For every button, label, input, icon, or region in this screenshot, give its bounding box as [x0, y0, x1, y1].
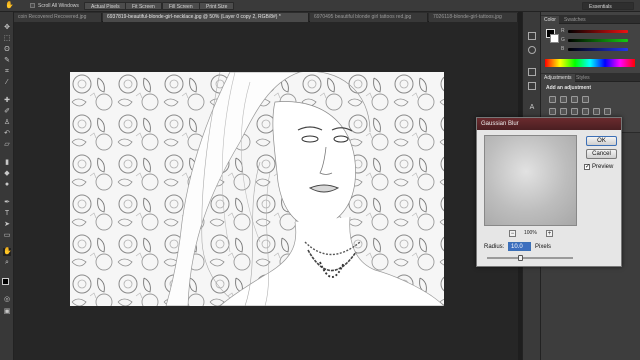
channel-mixer-icon[interactable]	[604, 108, 611, 115]
color-spectrum-bar[interactable]	[545, 59, 635, 67]
eraser-icon[interactable]: ▱	[3, 141, 11, 149]
scroll-all-windows-label: Scroll All Windows	[38, 3, 79, 9]
blur-icon[interactable]: ◆	[3, 170, 11, 178]
levels-icon[interactable]	[560, 96, 567, 103]
print-size-button[interactable]: Print Size	[199, 2, 235, 10]
history-brush-icon[interactable]: ↶	[3, 130, 11, 138]
tab-color[interactable]: Color	[541, 16, 559, 24]
cancel-button[interactable]: Cancel	[586, 149, 617, 159]
quick-mask-icon[interactable]: ◎	[3, 296, 11, 304]
green-slider[interactable]	[568, 39, 628, 42]
radius-slider-thumb[interactable]	[518, 255, 523, 261]
channel-b-label: B	[561, 46, 565, 52]
tab-swatches[interactable]: Swatches	[561, 16, 589, 24]
clone-source-icon[interactable]	[528, 82, 536, 90]
zoom-level: 100%	[524, 230, 537, 236]
vibrance-icon[interactable]	[549, 108, 556, 115]
workspace-switcher[interactable]: Essentials	[582, 2, 634, 10]
options-bar: ✋ Scroll All Windows Actual Pixels Fit S…	[0, 0, 640, 12]
blur-preview-window[interactable]	[484, 135, 577, 226]
radius-label: Radius:	[484, 244, 505, 250]
character-panel-icon[interactable]: A	[528, 104, 536, 112]
pencil-sketch-image[interactable]	[70, 72, 444, 306]
tab-document[interactable]: 7026118-blonde-girl-tattoos.jpg	[429, 13, 518, 22]
brush-panel-icon[interactable]	[528, 68, 536, 76]
crop-icon[interactable]: ⌗	[3, 68, 11, 76]
pen-icon[interactable]: ✒	[3, 199, 11, 207]
radius-unit: Pixels	[535, 244, 552, 250]
actions-panel-icon[interactable]	[528, 46, 536, 54]
red-slider[interactable]	[568, 30, 628, 33]
zoom-icon[interactable]: ⌕	[3, 259, 11, 267]
eyedropper-icon[interactable]: ⁄	[3, 79, 11, 87]
scroll-all-windows-checkbox[interactable]	[30, 3, 35, 8]
tab-adjustments[interactable]: Adjustments	[541, 74, 575, 82]
gradient-icon[interactable]: ▮	[3, 159, 11, 167]
history-panel-icon[interactable]	[528, 32, 536, 40]
color-balance-icon[interactable]	[571, 108, 578, 115]
channel-r-label: R	[561, 28, 565, 34]
adjustments-heading: Add an adjustment	[546, 85, 592, 91]
zoom-in-button[interactable]: +	[546, 230, 553, 237]
move-icon[interactable]: ✥	[3, 24, 11, 32]
hand-icon[interactable]: ✋	[3, 248, 12, 256]
foreground-color-swatch[interactable]	[2, 278, 9, 285]
fit-screen-button[interactable]: Fit Screen	[125, 2, 162, 10]
fill-screen-button[interactable]: Fill Screen	[162, 2, 200, 10]
stamp-icon[interactable]: ♙	[3, 119, 11, 127]
channel-g-label: G	[561, 37, 565, 43]
healing-icon[interactable]: ✚	[3, 97, 11, 105]
radius-slider-track[interactable]	[487, 257, 573, 259]
radius-input[interactable]: 10.0	[508, 242, 531, 251]
dodge-icon[interactable]: ●	[3, 181, 11, 189]
tab-document[interactable]: coin Recovered Recovered.jpg	[14, 13, 102, 22]
shape-icon[interactable]: ▭	[3, 232, 11, 240]
dialog-title[interactable]: Gaussian Blur	[477, 118, 621, 130]
black-white-icon[interactable]	[582, 108, 589, 115]
curves-icon[interactable]	[571, 96, 578, 103]
hue-saturation-icon[interactable]	[560, 108, 567, 115]
tab-document-active[interactable]: 6937819-beautiful-blonde-girl-necklace.j…	[103, 13, 309, 22]
ok-button[interactable]: OK	[586, 136, 617, 146]
brightness-contrast-icon[interactable]	[549, 96, 556, 103]
tab-styles[interactable]: Styles	[573, 74, 593, 82]
path-select-icon[interactable]: ➤	[3, 221, 11, 229]
actual-pixels-button[interactable]: Actual Pixels	[84, 2, 127, 10]
type-icon[interactable]: T	[3, 210, 11, 218]
tab-document[interactable]: 6970495 beautiful blonde girl tattoos re…	[310, 13, 428, 22]
brush-icon[interactable]: ✐	[3, 108, 11, 116]
photo-filter-icon[interactable]	[593, 108, 600, 115]
panel-bg-swatch[interactable]	[550, 34, 559, 43]
document-tabs: coin Recovered Recovered.jpg 6937819-bea…	[14, 12, 518, 22]
quick-select-icon[interactable]: ✎	[3, 57, 11, 65]
preview-checkbox[interactable]: ✓	[584, 164, 590, 170]
screen-mode-icon[interactable]: ▣	[3, 308, 11, 316]
blue-slider[interactable]	[568, 48, 628, 51]
sketch-drawing	[70, 72, 444, 306]
zoom-out-button[interactable]: −	[509, 230, 516, 237]
tools-panel: ✥ ⬚ ʘ ✎ ⌗ ⁄ ✚ ✐ ♙ ↶ ▱ ▮ ◆ ● ✒ T ➤ ▭ ✋ ⌕ …	[0, 12, 14, 360]
exposure-icon[interactable]	[582, 96, 589, 103]
adjustments-panel-tabs: Adjustments Styles	[541, 73, 640, 82]
marquee-icon[interactable]: ⬚	[3, 35, 11, 43]
hand-tool-icon[interactable]: ✋	[5, 2, 14, 10]
lasso-icon[interactable]: ʘ	[3, 46, 11, 54]
color-panel-tabs: Color Swatches	[541, 15, 640, 24]
gaussian-blur-dialog: Gaussian Blur − 100% + OK Cancel ✓ Previ…	[476, 117, 622, 267]
preview-label: Preview	[592, 164, 614, 170]
